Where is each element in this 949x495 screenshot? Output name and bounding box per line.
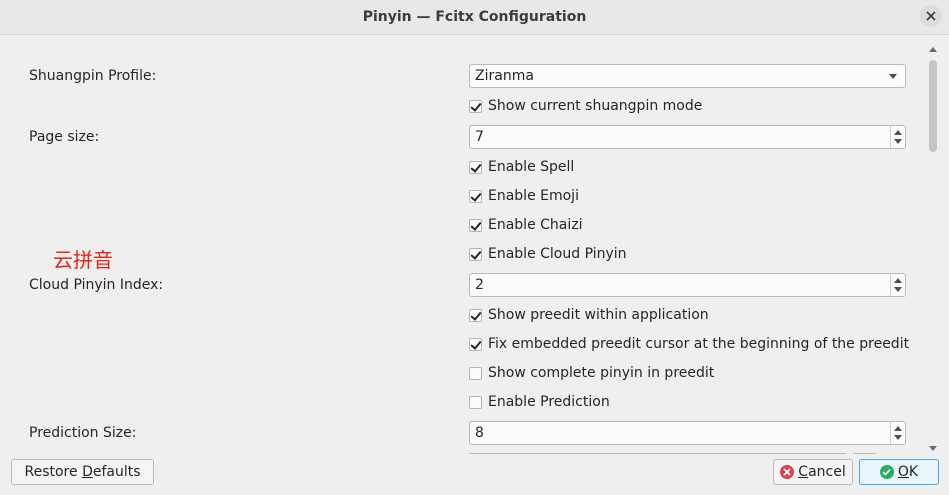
enable-cloud-pinyin-label: Enable Cloud Pinyin	[488, 246, 627, 262]
chevron-up-icon[interactable]	[894, 278, 902, 283]
show-shuangpin-mode-checkbox[interactable]	[469, 99, 482, 113]
scroll-up-icon[interactable]	[929, 47, 937, 52]
enable-chaizi-checkbox[interactable]	[469, 218, 482, 232]
chevron-down-icon[interactable]	[894, 435, 902, 440]
chevron-down-icon[interactable]	[894, 139, 902, 144]
enable-cloud-pinyin-option[interactable]: Enable Cloud Pinyin	[469, 245, 627, 263]
close-icon	[926, 11, 936, 21]
show-preedit-checkbox[interactable]	[469, 308, 482, 322]
enable-spell-label: Enable Spell	[488, 159, 575, 175]
ok-button[interactable]: OK	[859, 459, 939, 485]
prediction-size-spinbox[interactable]: 8	[469, 421, 906, 445]
page-size-label: Page size:	[29, 129, 100, 145]
enable-prediction-label: Enable Prediction	[488, 394, 610, 410]
ok-label: OK	[897, 464, 919, 480]
chevron-up-icon[interactable]	[894, 426, 902, 431]
vertical-scrollbar[interactable]	[926, 42, 940, 456]
page-size-spinbox[interactable]: 7	[469, 125, 906, 149]
prediction-size-stepper[interactable]	[890, 422, 905, 444]
cloud-pinyin-annotation: 云拼音	[53, 248, 113, 272]
show-complete-pinyin-checkbox[interactable]	[469, 366, 482, 380]
window-title: Pinyin — Fcitx Configuration	[362, 9, 587, 25]
config-dialog: Pinyin — Fcitx Configuration Shuangpin P…	[0, 0, 949, 495]
enable-chaizi-option[interactable]: Enable Chaizi	[469, 216, 583, 234]
cancel-icon	[780, 465, 795, 479]
enable-prediction-checkbox[interactable]	[469, 395, 482, 409]
chevron-down-icon	[889, 74, 897, 79]
shuangpin-profile-value: Ziranma	[475, 68, 534, 84]
show-complete-pinyin-option[interactable]: Show complete pinyin in preedit	[469, 364, 714, 382]
shuangpin-profile-combo[interactable]: Ziranma	[469, 64, 906, 88]
dialog-footer: Restore Defaults Cancel OK	[0, 453, 949, 495]
cloud-pinyin-index-label: Cloud Pinyin Index:	[29, 277, 164, 293]
show-preedit-option[interactable]: Show preedit within application	[469, 306, 709, 324]
restore-defaults-button[interactable]: Restore Defaults	[11, 459, 154, 485]
cancel-label: Cancel	[798, 464, 846, 480]
enable-emoji-label: Enable Emoji	[488, 188, 579, 204]
enable-chaizi-label: Enable Chaizi	[488, 217, 583, 233]
close-button[interactable]	[920, 5, 942, 27]
cancel-button[interactable]: Cancel	[773, 459, 853, 485]
fix-embedded-cursor-option[interactable]: Fix embedded preedit cursor at the begin…	[469, 335, 909, 353]
fix-embedded-cursor-checkbox[interactable]	[469, 337, 482, 351]
chevron-up-icon[interactable]	[894, 130, 902, 135]
fix-embedded-cursor-label: Fix embedded preedit cursor at the begin…	[488, 336, 910, 352]
show-complete-pinyin-label: Show complete pinyin in preedit	[488, 365, 715, 381]
scroll-thumb[interactable]	[929, 60, 937, 152]
enable-emoji-checkbox[interactable]	[469, 189, 482, 203]
title-bar: Pinyin — Fcitx Configuration	[0, 0, 949, 35]
show-preedit-label: Show preedit within application	[488, 307, 709, 323]
enable-prediction-option[interactable]: Enable Prediction	[469, 393, 610, 411]
settings-panel: Shuangpin Profile: Ziranma Show current …	[0, 35, 926, 453]
enable-spell-checkbox[interactable]	[469, 160, 482, 174]
prediction-size-value: 8	[475, 425, 484, 441]
enable-cloud-pinyin-checkbox[interactable]	[469, 247, 482, 261]
scroll-down-icon[interactable]	[929, 446, 937, 451]
ok-icon	[879, 465, 894, 479]
prediction-size-label: Prediction Size:	[29, 425, 137, 441]
show-shuangpin-mode-option[interactable]: Show current shuangpin mode	[469, 97, 702, 115]
page-size-value: 7	[475, 129, 484, 145]
show-shuangpin-mode-label: Show current shuangpin mode	[488, 98, 703, 114]
scroll-track[interactable]	[929, 60, 937, 440]
cloud-pinyin-index-value: 2	[475, 277, 484, 293]
cloud-pinyin-index-spinbox[interactable]: 2	[469, 273, 906, 297]
cloud-pinyin-index-stepper[interactable]	[890, 274, 905, 296]
restore-defaults-label: Restore Defaults	[24, 464, 141, 480]
shuangpin-profile-label: Shuangpin Profile:	[29, 68, 157, 84]
enable-spell-option[interactable]: Enable Spell	[469, 158, 574, 176]
enable-emoji-option[interactable]: Enable Emoji	[469, 187, 579, 205]
page-size-stepper[interactable]	[890, 126, 905, 148]
chevron-down-icon[interactable]	[894, 287, 902, 292]
